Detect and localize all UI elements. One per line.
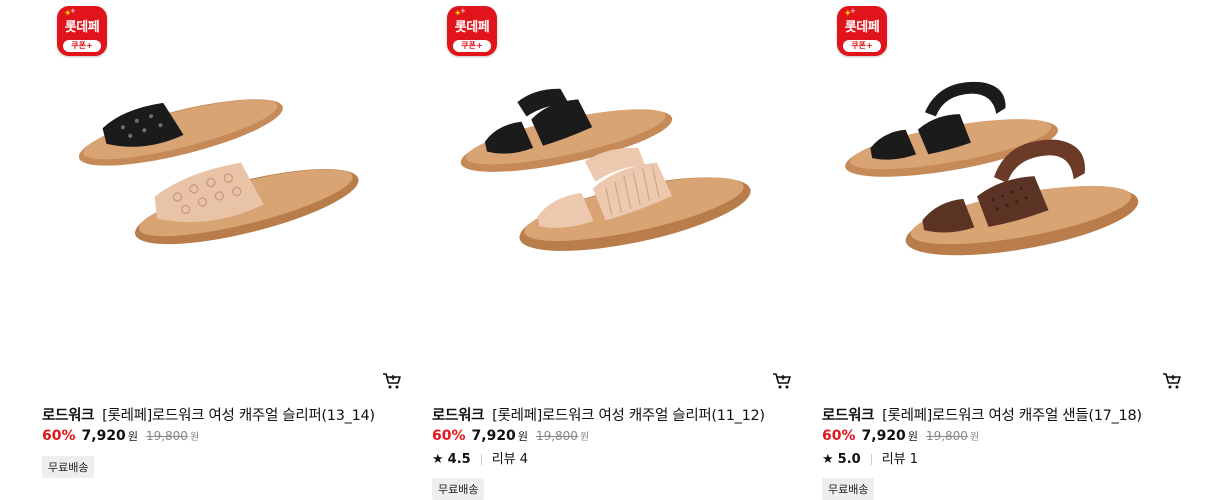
- product-card[interactable]: ✦ + 롯데페 쿠폰+ 로드워크 [롯레페]로드워크 여성 캐주얼 슬리퍼(13…: [40, 0, 401, 492]
- product-title[interactable]: 로드워크 [롯레페]로드워크 여성 캐주얼 슬리퍼(13_14): [42, 404, 375, 425]
- brand-name: 로드워크: [822, 408, 875, 424]
- divider: [480, 454, 482, 465]
- discount-rate: 60%: [42, 428, 76, 444]
- sale-price: 7,920: [861, 428, 906, 444]
- brand-name: 로드워크: [432, 408, 485, 424]
- rating-row: ★ 4.5 리뷰 4: [432, 448, 528, 467]
- product-card[interactable]: ✦ + 롯데페 쿠폰+ 로드워크 [롯레페]로드워크 여성 캐주얼 슬리퍼(11…: [430, 0, 791, 500]
- original-price-unit: 원: [579, 432, 590, 443]
- product-name: [롯레페]로드워크 여성 캐주얼 슬리퍼(11_12): [492, 408, 765, 424]
- price-row: 60% 7,920 원 19,800 원: [822, 428, 979, 444]
- free-shipping-badge: 무료배송: [42, 456, 95, 478]
- price-unit: 원: [517, 430, 528, 443]
- product-image[interactable]: [40, 60, 390, 290]
- cart-icon[interactable]: [1162, 372, 1182, 390]
- price-row: 60% 7,920 원 19,800 원: [432, 428, 589, 444]
- price-unit: 원: [127, 430, 138, 443]
- star-icon: ★: [822, 452, 834, 467]
- original-price: 19,800: [145, 429, 188, 443]
- product-card[interactable]: ✦ + 롯데페 쿠폰+ 로드워크 [롯레페]로드워크 여성 캐주얼 샌들(17_…: [820, 0, 1181, 500]
- original-price-unit: 원: [189, 432, 200, 443]
- product-title[interactable]: 로드워크 [롯레페]로드워크 여성 캐주얼 슬리퍼(11_12): [432, 404, 765, 425]
- brand-name: 로드워크: [42, 408, 95, 424]
- discount-rate: 60%: [822, 428, 856, 444]
- product-image[interactable]: [820, 60, 1170, 290]
- rating-row: ★ 5.0 리뷰 1: [822, 448, 918, 467]
- rating-score: 4.5: [447, 452, 471, 467]
- review-count[interactable]: 리뷰 1: [882, 452, 918, 467]
- original-price: 19,800: [925, 429, 968, 443]
- discount-rate: 60%: [432, 428, 466, 444]
- sale-price: 7,920: [81, 428, 126, 444]
- product-title[interactable]: 로드워크 [롯레페]로드워크 여성 캐주얼 샌들(17_18): [822, 404, 1142, 425]
- product-name: [롯레페]로드워크 여성 캐주얼 샌들(17_18): [882, 408, 1142, 424]
- coupon-badge: ✦ + 롯데페 쿠폰+: [447, 6, 497, 56]
- product-image[interactable]: [430, 60, 780, 290]
- original-price-unit: 원: [969, 432, 980, 443]
- review-count[interactable]: 리뷰 4: [492, 452, 528, 467]
- rating-score: 5.0: [837, 452, 861, 467]
- free-shipping-badge: 무료배송: [822, 478, 875, 500]
- divider: [870, 454, 872, 465]
- cart-icon[interactable]: [382, 372, 402, 390]
- product-name: [롯레페]로드워크 여성 캐주얼 슬리퍼(13_14): [102, 408, 375, 424]
- free-shipping-badge: 무료배송: [432, 478, 485, 500]
- cart-icon[interactable]: [772, 372, 792, 390]
- coupon-badge: ✦ + 롯데페 쿠폰+: [57, 6, 107, 56]
- sale-price: 7,920: [471, 428, 516, 444]
- original-price: 19,800: [535, 429, 578, 443]
- star-icon: ★: [432, 452, 444, 467]
- price-row: 60% 7,920 원 19,800 원: [42, 428, 199, 444]
- coupon-badge: ✦ + 롯데페 쿠폰+: [837, 6, 887, 56]
- price-unit: 원: [907, 430, 918, 443]
